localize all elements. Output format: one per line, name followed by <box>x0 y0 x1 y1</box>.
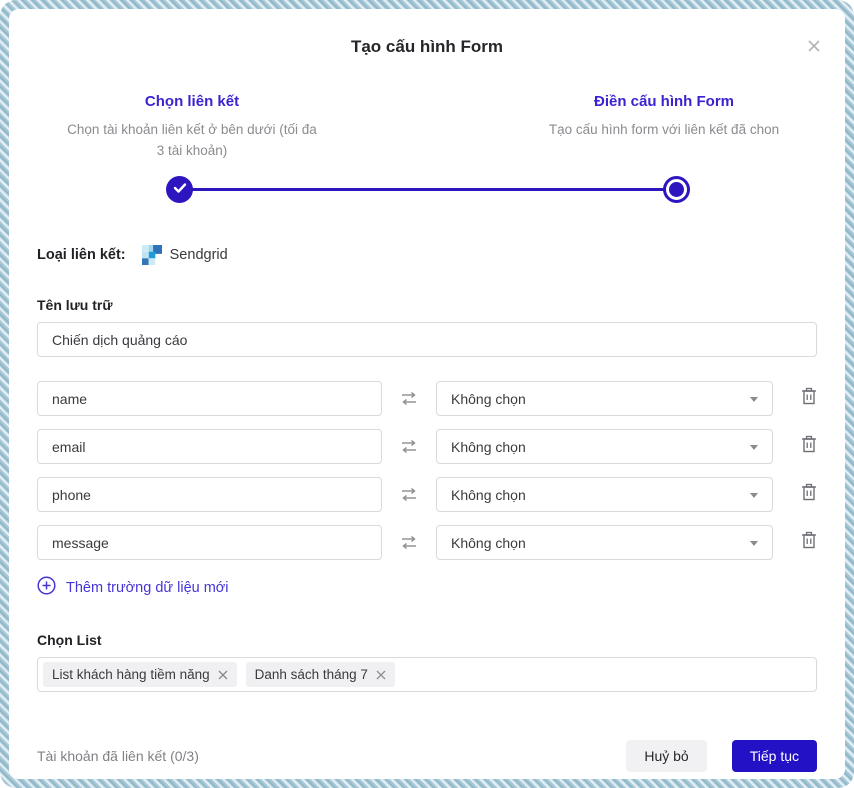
footer-actions: Huỷ bỏ Tiếp tục <box>626 740 817 772</box>
storage-name-label: Tên lưu trữ <box>37 297 817 313</box>
step-title: Chọn liên kết <box>67 93 317 110</box>
field-name-value: name <box>52 391 87 407</box>
list-chip-label: Danh sách tháng 7 <box>255 667 368 682</box>
sendgrid-icon <box>142 245 162 265</box>
trash-icon <box>801 531 817 554</box>
close-icon <box>806 38 822 59</box>
stepper-line <box>179 188 677 191</box>
stepper-track <box>37 175 817 205</box>
field-name-input[interactable]: message <box>37 525 382 560</box>
field-target-select[interactable]: Không chọn <box>436 525 773 560</box>
field-mapping-list: name Không chọn <box>37 381 817 560</box>
capture-frame: Tạo cấu hình Form Chọn liên kết Chọn tài… <box>0 0 854 788</box>
swap-arrows-icon <box>382 391 436 406</box>
step-current-dot[interactable] <box>663 176 690 203</box>
link-type-row: Loại liên kết: Sendgrid <box>37 245 817 265</box>
field-name-input[interactable]: email <box>37 429 382 464</box>
field-name-input[interactable]: name <box>37 381 382 416</box>
chip-remove-icon[interactable] <box>218 670 228 680</box>
check-icon <box>173 181 187 199</box>
trash-icon <box>801 387 817 410</box>
list-chip: List khách hàng tiềm năng <box>43 662 237 687</box>
field-mapping-row: message Không chọn <box>37 525 817 560</box>
modal-footer: Tài khoản đã liên kết (0/3) Huỷ bỏ Tiếp … <box>37 740 817 772</box>
chevron-down-icon <box>750 493 758 498</box>
step-completed-dot[interactable] <box>166 176 193 203</box>
page-title: Tạo cấu hình Form <box>37 37 817 57</box>
field-target-value: Không chọn <box>451 439 526 455</box>
field-name-value: message <box>52 535 109 551</box>
swap-arrows-icon <box>382 535 436 550</box>
cancel-button[interactable]: Huỷ bỏ <box>626 740 706 772</box>
delete-field-button[interactable] <box>773 483 817 506</box>
delete-field-button[interactable] <box>773 387 817 410</box>
field-target-select[interactable]: Không chọn <box>436 477 773 512</box>
step-current-dot-fill <box>669 182 684 197</box>
step-fill-config: Điền cấu hình Form Tạo cấu hình form với… <box>539 93 789 161</box>
close-button[interactable] <box>803 37 825 59</box>
chevron-down-icon <box>750 445 758 450</box>
link-type-value: Sendgrid <box>170 247 228 263</box>
link-type-label: Loại liên kết: <box>37 247 126 263</box>
add-field-button[interactable]: Thêm trường dữ liệu mới <box>37 576 817 600</box>
field-name-value: email <box>52 439 85 455</box>
chevron-down-icon <box>750 397 758 402</box>
swap-arrows-icon <box>382 439 436 454</box>
list-select-input[interactable]: List khách hàng tiềm năng Danh sách thán… <box>37 657 817 692</box>
storage-name-input[interactable]: Chiến dịch quảng cáo <box>37 322 817 357</box>
field-target-value: Không chọn <box>451 535 526 551</box>
create-form-config-modal: Tạo cấu hình Form Chọn liên kết Chọn tài… <box>9 9 845 779</box>
step-description: Tạo cấu hình form với liên kết đã chon <box>539 119 789 140</box>
trash-icon <box>801 435 817 458</box>
swap-arrows-icon <box>382 487 436 502</box>
field-target-value: Không chọn <box>451 391 526 407</box>
field-target-select[interactable]: Không chọn <box>436 429 773 464</box>
chevron-down-icon <box>750 541 758 546</box>
stepper: Chọn liên kết Chọn tài khoản liên kết ở … <box>37 93 817 205</box>
plus-circle-icon <box>37 576 56 600</box>
delete-field-button[interactable] <box>773 435 817 458</box>
step-description: Chọn tài khoản liên kết ở bên dưới (tối … <box>67 119 317 161</box>
field-mapping-row: email Không chọn <box>37 429 817 464</box>
field-mapping-row: name Không chọn <box>37 381 817 416</box>
chip-remove-icon[interactable] <box>376 670 386 680</box>
step-title: Điền cấu hình Form <box>539 93 789 110</box>
delete-field-button[interactable] <box>773 531 817 554</box>
step-choose-link: Chọn liên kết Chọn tài khoản liên kết ở … <box>67 93 317 161</box>
trash-icon <box>801 483 817 506</box>
continue-button[interactable]: Tiếp tục <box>732 740 817 772</box>
field-mapping-row: phone Không chọn <box>37 477 817 512</box>
field-target-value: Không chọn <box>451 487 526 503</box>
list-chip: Danh sách tháng 7 <box>246 662 395 687</box>
add-field-label: Thêm trường dữ liệu mới <box>66 580 229 596</box>
field-name-value: phone <box>52 487 91 503</box>
choose-list-label: Chọn List <box>37 632 817 648</box>
field-target-select[interactable]: Không chọn <box>436 381 773 416</box>
field-name-input[interactable]: phone <box>37 477 382 512</box>
list-chip-label: List khách hàng tiềm năng <box>52 667 210 682</box>
storage-name-value: Chiến dịch quảng cáo <box>52 332 187 348</box>
linked-accounts-note: Tài khoản đã liên kết (0/3) <box>37 748 199 764</box>
